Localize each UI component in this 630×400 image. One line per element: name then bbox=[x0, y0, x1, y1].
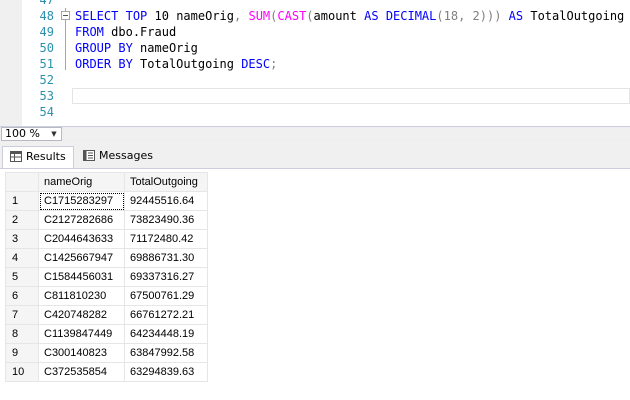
table-row[interactable]: 5 C1584456031 69337316.27 bbox=[5, 267, 208, 287]
grid-corner[interactable] bbox=[5, 172, 39, 192]
current-line-highlight bbox=[72, 88, 630, 104]
results-grid[interactable]: nameOrig TotalOutgoing 1 C1715283297 924… bbox=[5, 172, 208, 382]
cell-nameorig[interactable]: C1425667947 bbox=[38, 248, 125, 268]
line-number: 49 bbox=[39, 25, 54, 39]
column-header-totaloutgoing[interactable]: TotalOutgoing bbox=[124, 172, 208, 192]
grid-header-row: nameOrig TotalOutgoing bbox=[5, 172, 208, 192]
row-number[interactable]: 7 bbox=[5, 305, 39, 325]
cell-nameorig[interactable]: C1715283297 bbox=[38, 191, 125, 211]
line-number: 50 bbox=[39, 41, 54, 55]
cell-nameorig[interactable]: C372535854 bbox=[38, 362, 125, 382]
code-line-50[interactable]: GROUP BY nameOrig bbox=[75, 40, 198, 56]
cell-totaloutgoing[interactable]: 64234448.19 bbox=[124, 324, 208, 344]
cell-nameorig[interactable]: C811810230 bbox=[38, 286, 125, 306]
results-pane: nameOrig TotalOutgoing 1 C1715283297 924… bbox=[0, 168, 630, 400]
row-number[interactable]: 1 bbox=[5, 191, 39, 211]
cell-totaloutgoing[interactable]: 69337316.27 bbox=[124, 267, 208, 287]
zoom-value: 100 % bbox=[5, 127, 40, 140]
results-tabstrip: Results Messages bbox=[0, 141, 630, 168]
row-number[interactable]: 9 bbox=[5, 343, 39, 363]
cell-nameorig[interactable]: C2044643633 bbox=[38, 229, 125, 249]
column-header-nameorig[interactable]: nameOrig bbox=[38, 172, 125, 192]
cell-totaloutgoing[interactable]: 69886731.30 bbox=[124, 248, 208, 268]
zoom-select[interactable]: 100 % ▼ bbox=[1, 127, 62, 141]
cell-totaloutgoing[interactable]: 71172480.42 bbox=[124, 229, 208, 249]
row-number[interactable]: 2 bbox=[5, 210, 39, 230]
cell-totaloutgoing[interactable]: 66761272.21 bbox=[124, 305, 208, 325]
query-editor[interactable]: 47 48 49 50 51 52 53 54 SELECT TOP 10 na… bbox=[0, 0, 630, 126]
editor-margin bbox=[0, 0, 22, 126]
line-number-gutter: 47 48 49 50 51 52 53 54 bbox=[22, 0, 62, 126]
cell-totaloutgoing[interactable]: 73823490.36 bbox=[124, 210, 208, 230]
cell-totaloutgoing[interactable]: 63294839.63 bbox=[124, 362, 208, 382]
line-number: 52 bbox=[39, 73, 54, 87]
grid-icon bbox=[10, 151, 22, 162]
cell-nameorig[interactable]: C300140823 bbox=[38, 343, 125, 363]
cell-totaloutgoing[interactable]: 63847992.58 bbox=[124, 343, 208, 363]
line-number: 47 bbox=[39, 0, 54, 7]
row-number[interactable]: 10 bbox=[5, 362, 39, 382]
code-line-49[interactable]: FROM dbo.Fraud bbox=[75, 24, 176, 40]
row-number[interactable]: 3 bbox=[5, 229, 39, 249]
tab-results[interactable]: Results bbox=[2, 146, 74, 168]
zoom-bar: 100 % ▼ bbox=[0, 126, 630, 141]
chevron-down-icon[interactable]: ▼ bbox=[49, 128, 59, 140]
tab-messages[interactable]: Messages bbox=[76, 146, 156, 168]
line-number: 53 bbox=[39, 89, 54, 103]
cell-totaloutgoing[interactable]: 92445516.64 bbox=[124, 191, 208, 211]
table-row[interactable]: 10 C372535854 63294839.63 bbox=[5, 362, 208, 382]
table-row[interactable]: 7 C420748282 66761272.21 bbox=[5, 305, 208, 325]
row-number[interactable]: 8 bbox=[5, 324, 39, 344]
tab-results-label: Results bbox=[26, 150, 66, 163]
row-number[interactable]: 5 bbox=[5, 267, 39, 287]
table-row[interactable]: 9 C300140823 63847992.58 bbox=[5, 343, 208, 363]
table-row[interactable]: 2 C2127282686 73823490.36 bbox=[5, 210, 208, 230]
code-line-48[interactable]: SELECT TOP 10 nameOrig, SUM(CAST(amount … bbox=[75, 8, 624, 24]
line-number: 54 bbox=[39, 105, 54, 119]
cell-totaloutgoing[interactable]: 67500761.29 bbox=[124, 286, 208, 306]
line-number: 48 bbox=[39, 9, 54, 23]
line-number: 51 bbox=[39, 57, 54, 71]
horizontal-scrollbar[interactable] bbox=[64, 128, 630, 140]
table-row[interactable]: 1 C1715283297 92445516.64 bbox=[5, 191, 208, 211]
row-number[interactable]: 6 bbox=[5, 286, 39, 306]
table-row[interactable]: 3 C2044643633 71172480.42 bbox=[5, 229, 208, 249]
cell-nameorig[interactable]: C2127282686 bbox=[38, 210, 125, 230]
messages-icon bbox=[83, 150, 95, 161]
collapse-toggle-icon[interactable] bbox=[61, 11, 70, 20]
table-row[interactable]: 6 C811810230 67500761.29 bbox=[5, 286, 208, 306]
table-row[interactable]: 8 C1139847449 64234448.19 bbox=[5, 324, 208, 344]
table-row[interactable]: 4 C1425667947 69886731.30 bbox=[5, 248, 208, 268]
cell-nameorig[interactable]: C420748282 bbox=[38, 305, 125, 325]
row-number[interactable]: 4 bbox=[5, 248, 39, 268]
cell-nameorig[interactable]: C1139847449 bbox=[38, 324, 125, 344]
tab-messages-label: Messages bbox=[99, 149, 153, 162]
code-line-51[interactable]: ORDER BY TotalOutgoing DESC; bbox=[75, 56, 277, 72]
cell-nameorig[interactable]: C1584456031 bbox=[38, 267, 125, 287]
